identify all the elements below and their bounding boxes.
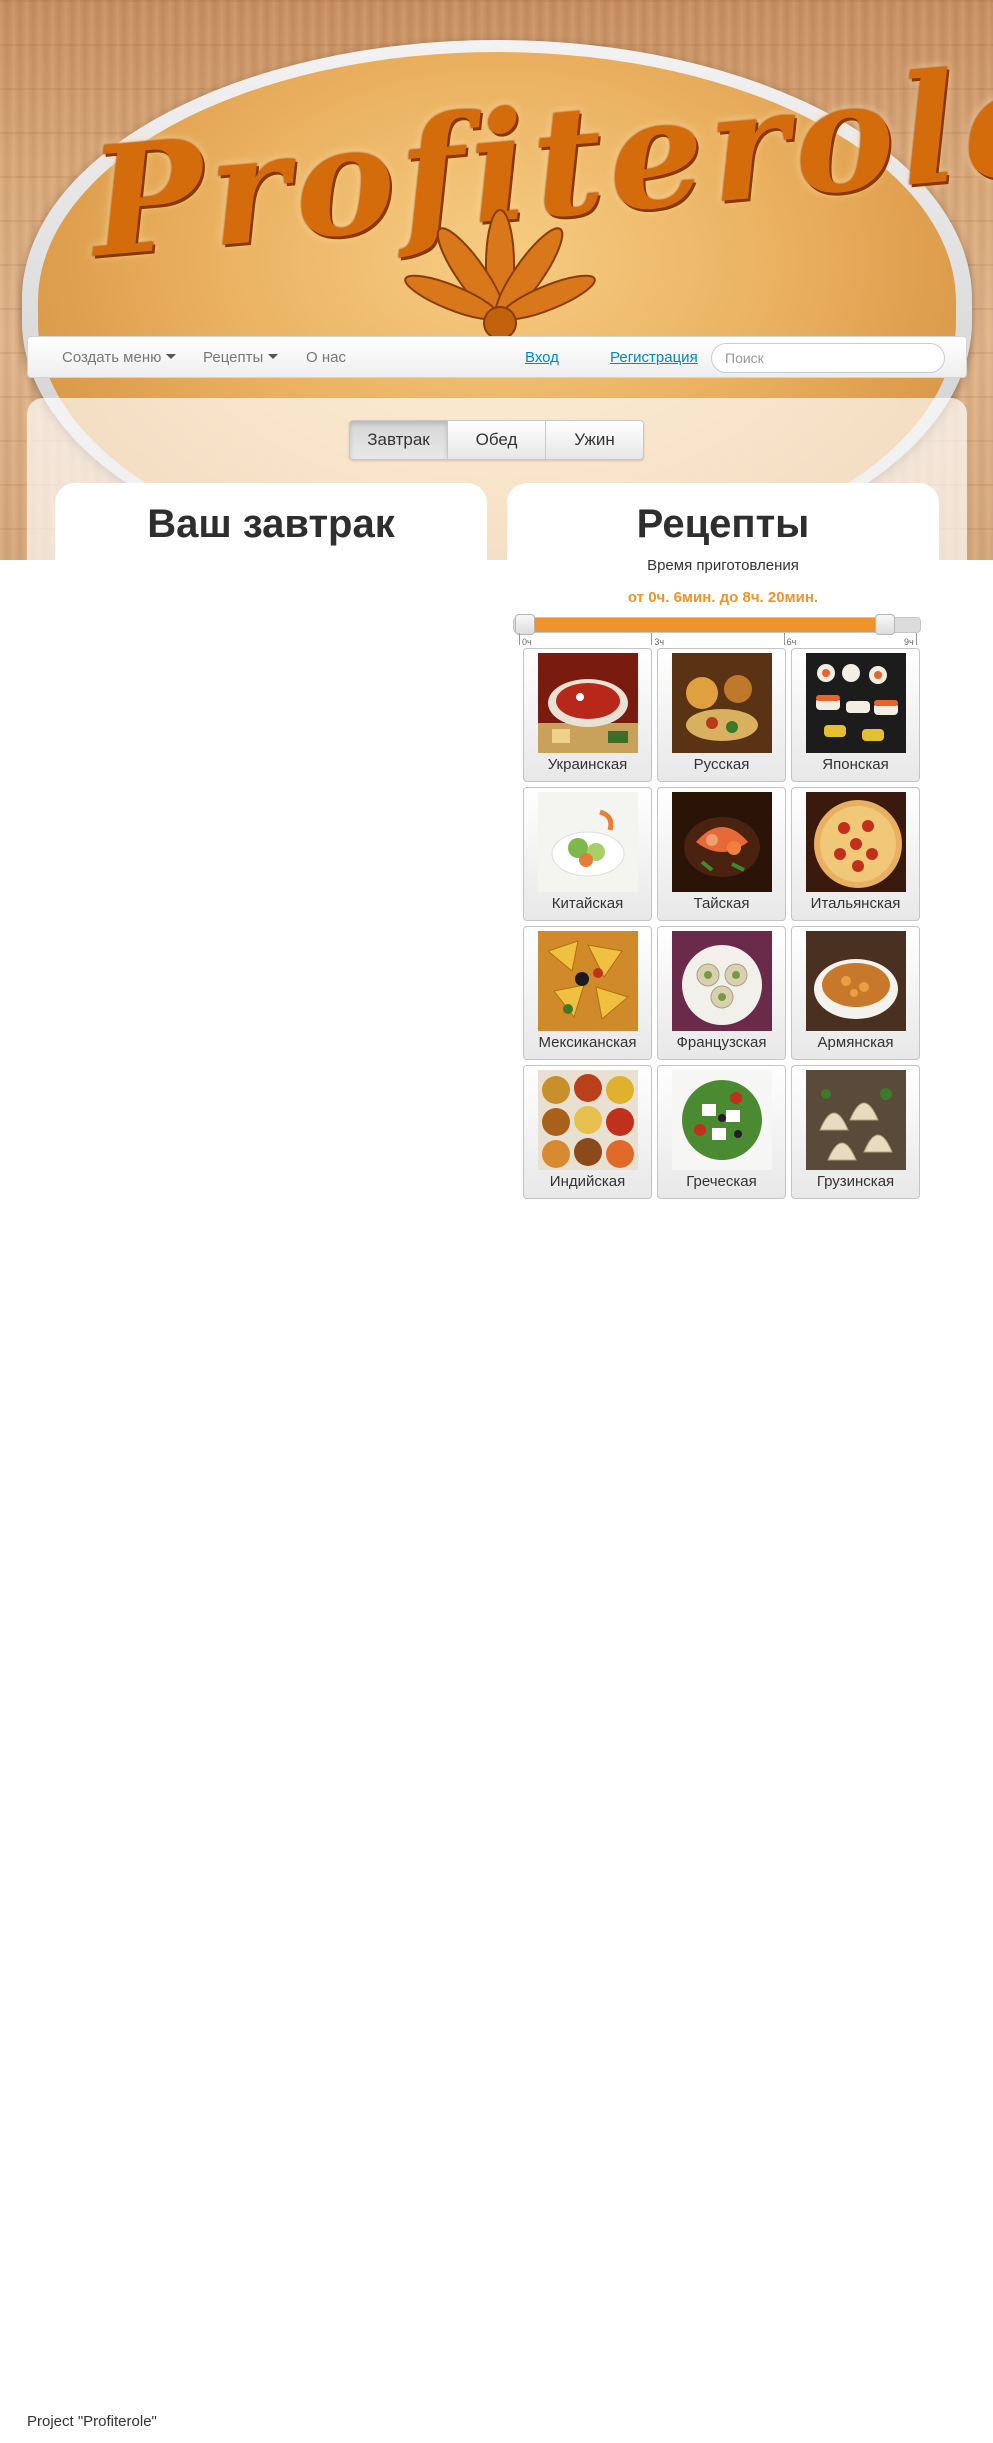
cuisine-label: Греческая [686, 1173, 757, 1190]
slider-tick [651, 633, 653, 645]
russian-feast-photo-icon [672, 653, 772, 753]
breakfast-card: Ваш завтрак [55, 483, 487, 563]
cuisine-tile-italian[interactable]: Итальянская [791, 787, 920, 921]
chinese-salad-photo-icon [538, 792, 638, 892]
slider-range-fill [525, 618, 885, 632]
caret-down-icon [166, 354, 177, 359]
slider-handle-min[interactable] [515, 614, 536, 635]
cuisine-tile-ukrainian[interactable]: Украинская [523, 648, 652, 782]
slider-scale: 0ч 3ч 6ч 9ч [519, 633, 919, 647]
register-link[interactable]: Регистрация [610, 349, 698, 366]
login-link[interactable]: Вход [525, 349, 559, 366]
navbar: Создать меню Рецепты О нас Вход Регистра… [27, 336, 967, 378]
cook-time-range: от 0ч. 6мин. до 8ч. 20мин. [627, 589, 819, 606]
cuisine-tile-mexican[interactable]: Мексиканская [523, 926, 652, 1060]
cuisine-label: Украинская [547, 756, 628, 773]
caret-down-icon [268, 354, 279, 359]
breakfast-title: Ваш завтрак [147, 502, 395, 546]
cuisine-tile-french[interactable]: Французская [657, 926, 786, 1060]
tab-dinner[interactable]: Ужин [545, 420, 644, 460]
cuisine-tile-armenian[interactable]: Армянская [791, 926, 920, 1060]
cuisine-label: Китайская [551, 895, 624, 912]
greek-salad-photo-icon [672, 1070, 772, 1170]
search-input[interactable] [711, 343, 945, 373]
escargot-photo-icon [672, 931, 772, 1031]
cuisine-grid: Украинская Русская Японская Китайская Та… [523, 648, 923, 1199]
cuisine-tile-indian[interactable]: Индийская [523, 1065, 652, 1199]
cuisine-label: Армянская [817, 1034, 894, 1051]
spices-photo-icon [538, 1070, 638, 1170]
tab-lunch[interactable]: Обед [447, 420, 546, 460]
thai-seafood-photo-icon [672, 792, 772, 892]
recipes-card: Рецепты [507, 483, 939, 563]
nav-recipes-label: Рецепты [203, 349, 264, 366]
slider-tick [783, 633, 785, 645]
slider-tick [916, 633, 917, 645]
cuisine-label: Тайская [693, 895, 750, 912]
cuisine-label: Мексиканская [538, 1034, 637, 1051]
slider-tick [519, 633, 520, 645]
nav-about[interactable]: О нас [306, 349, 346, 366]
slider-tick-label: 3ч [654, 637, 665, 647]
cuisine-tile-russian[interactable]: Русская [657, 648, 786, 782]
borscht-photo-icon [538, 653, 638, 753]
cuisine-tile-thai[interactable]: Тайская [657, 787, 786, 921]
cuisine-tile-japanese[interactable]: Японская [791, 648, 920, 782]
cook-time-label: Время приготовления [647, 557, 799, 574]
cuisine-label: Грузинская [816, 1173, 895, 1190]
cuisine-label: Французская [676, 1034, 767, 1051]
slider-tick-label: 6ч [786, 637, 797, 647]
footer-text: Project "Profiterole" [27, 2413, 157, 2430]
slider-handle-max[interactable] [874, 614, 895, 635]
meal-tabs: Завтрак Обед Ужин [349, 420, 644, 460]
cuisine-label: Русская [693, 756, 750, 773]
nachos-photo-icon [538, 931, 638, 1031]
recipes-title: Рецепты [636, 502, 810, 546]
flower-ornament-icon [404, 209, 596, 340]
cuisine-label: Индийская [549, 1173, 626, 1190]
tab-breakfast[interactable]: Завтрак [349, 420, 448, 460]
nav-create-menu-label: Создать меню [62, 349, 162, 366]
cuisine-tile-chinese[interactable]: Китайская [523, 787, 652, 921]
slider-tick-label: 0ч [522, 637, 532, 647]
nav-recipes[interactable]: Рецепты [203, 349, 279, 366]
pizza-photo-icon [806, 792, 906, 892]
khinkali-photo-icon [806, 1070, 906, 1170]
sushi-photo-icon [806, 653, 906, 753]
cuisine-label: Японская [822, 756, 889, 773]
cuisine-tile-georgian[interactable]: Грузинская [791, 1065, 920, 1199]
slider-tick-label: 9ч [904, 637, 914, 647]
cuisine-label: Итальянская [810, 895, 901, 912]
nav-create-menu[interactable]: Создать меню [62, 349, 177, 366]
cuisine-tile-greek[interactable]: Греческая [657, 1065, 786, 1199]
armenian-soup-photo-icon [806, 931, 906, 1031]
